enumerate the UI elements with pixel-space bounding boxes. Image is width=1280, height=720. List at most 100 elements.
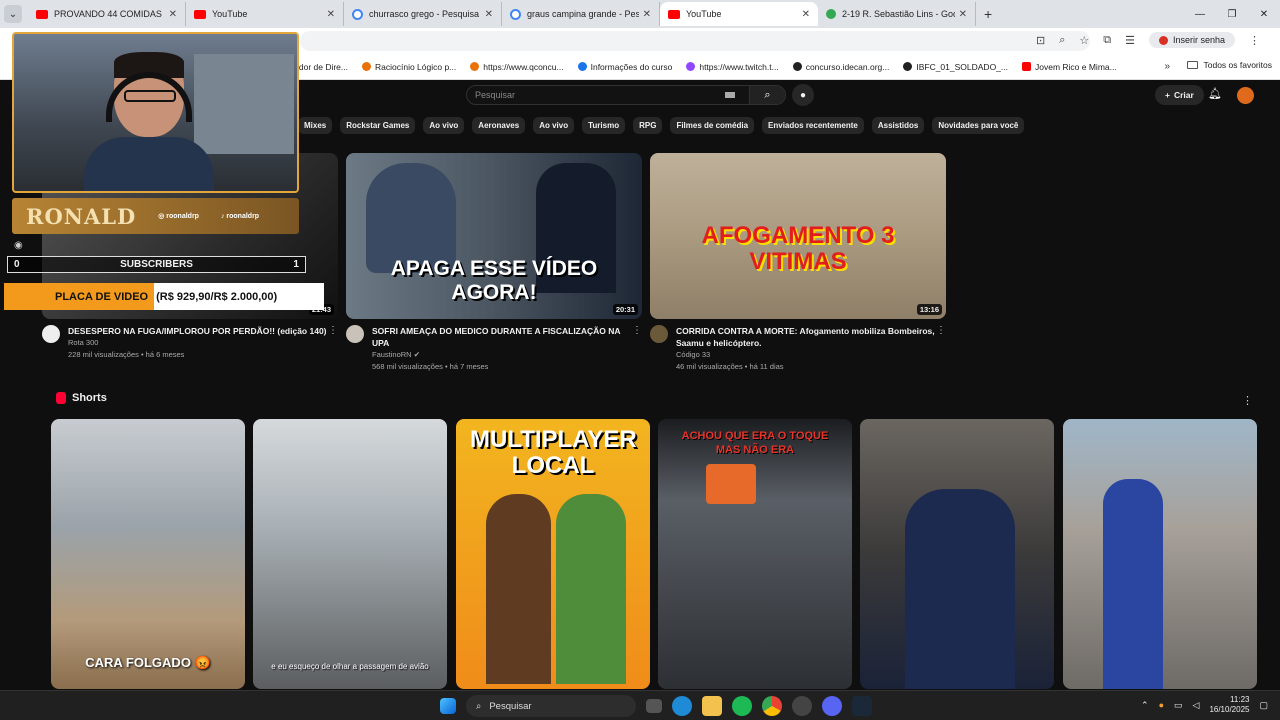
short-card[interactable]: CARA FOLGADO 😡 bbox=[51, 419, 245, 689]
steam-icon[interactable] bbox=[852, 696, 872, 716]
chip-assistidos[interactable]: Assistidos bbox=[871, 117, 925, 134]
channel-avatar[interactable] bbox=[42, 325, 60, 343]
chip-aeronaves[interactable]: Aeronaves bbox=[472, 117, 526, 134]
bookmark-item[interactable]: Raciocínio Lógico p... bbox=[362, 62, 456, 72]
delivery-box bbox=[706, 464, 756, 504]
browser-tab-1[interactable]: PROVANDO 44 COMIDAS DE R✕ bbox=[28, 2, 186, 26]
microphone-icon[interactable]: ● bbox=[1159, 700, 1164, 710]
close-icon[interactable]: ✕ bbox=[643, 9, 651, 20]
new-tab-button[interactable]: + bbox=[984, 6, 992, 22]
chevron-up-icon[interactable]: ⌃ bbox=[1141, 700, 1149, 711]
tab-search-button[interactable]: ⌄ bbox=[4, 5, 22, 23]
discord-icon[interactable] bbox=[822, 696, 842, 716]
task-view-icon[interactable] bbox=[646, 699, 662, 713]
close-window-icon[interactable]: ✕ bbox=[1248, 9, 1280, 20]
close-icon[interactable]: ✕ bbox=[485, 9, 493, 20]
short-caption: CARA FOLGADO 😡 bbox=[85, 655, 211, 670]
bookmark-item[interactable]: https://www.twitch.t... bbox=[686, 62, 779, 72]
search-button[interactable]: ⌕ bbox=[749, 86, 785, 104]
short-card[interactable]: e eu esqueço de olhar a passagem de aviã… bbox=[253, 419, 447, 689]
browser-tab-2[interactable]: YouTube ✕ bbox=[186, 2, 344, 26]
user-circle-icon[interactable]: ◉ bbox=[14, 240, 23, 251]
browser-tab-3[interactable]: churrasco grego - Pesquisa Goo✕ bbox=[344, 2, 502, 26]
close-icon[interactable]: ✕ bbox=[327, 9, 335, 20]
chip-rockstar-games[interactable]: Rockstar Games bbox=[340, 117, 416, 134]
search-input[interactable]: Pesquisar bbox=[467, 90, 725, 100]
channel-avatar[interactable] bbox=[650, 325, 668, 343]
start-icon[interactable] bbox=[440, 698, 456, 714]
bookmark-item[interactable]: Informações do curso bbox=[577, 62, 672, 72]
short-card[interactable]: MULTIPLAYER LOCAL bbox=[456, 419, 650, 689]
avatar[interactable] bbox=[1237, 87, 1254, 104]
channel-name[interactable]: Rota 300 bbox=[68, 337, 328, 349]
chip-rpg[interactable]: RPG bbox=[633, 117, 663, 134]
chip-ao-vivo[interactable]: Ao vivo bbox=[423, 117, 465, 134]
install-app-icon[interactable]: ⊡ bbox=[1036, 34, 1045, 47]
keyboard-icon[interactable] bbox=[725, 92, 735, 98]
video-meta: 228 mil visualizações • há 6 meses bbox=[68, 350, 185, 359]
chip-ao-vivo-2[interactable]: Ao vivo bbox=[533, 117, 575, 134]
zoom-icon[interactable]: ⌕ bbox=[1059, 34, 1065, 47]
video-title[interactable]: DESESPERO NA FUGA/IMPLOROU POR PERDÃO!! … bbox=[68, 325, 328, 337]
short-card[interactable]: ACHOU QUE ERA O TOQUE MAS NÃO ERA bbox=[658, 419, 852, 689]
edge-icon[interactable] bbox=[672, 696, 692, 716]
address-bar[interactable] bbox=[300, 31, 1090, 51]
more-options-icon[interactable]: ⋮ bbox=[328, 325, 338, 361]
chip-novidades[interactable]: Novidades para você bbox=[932, 117, 1025, 134]
bookmark-item[interactable]: https://www.qconcu... bbox=[470, 62, 564, 72]
password-button[interactable]: Inserir senha bbox=[1148, 32, 1235, 48]
video-thumbnail[interactable]: APAGA ESSE VÍDEO AGORA! 20:31 bbox=[346, 153, 642, 319]
channel-name[interactable]: FaustinoRN ✔ bbox=[372, 349, 632, 361]
more-options-icon[interactable]: ⋮ bbox=[632, 325, 642, 373]
chip-filmes-de-comedia[interactable]: Filmes de comédia bbox=[670, 117, 755, 134]
all-favorites-folder[interactable]: Todos os favoritos bbox=[1187, 60, 1272, 70]
microphone-icon[interactable]: ● bbox=[792, 84, 814, 106]
network-icon[interactable]: ▭ bbox=[1174, 700, 1183, 711]
more-options-icon[interactable]: ⋮ bbox=[1242, 394, 1253, 407]
browser-tab-6[interactable]: 2-19 R. Sebastião Lins - Google✕ bbox=[818, 2, 976, 26]
close-icon[interactable]: ✕ bbox=[802, 9, 810, 20]
spotify-icon[interactable] bbox=[732, 696, 752, 716]
short-card[interactable] bbox=[1063, 419, 1257, 689]
browser-tab-4[interactable]: graus campina grande - Pesqu ✕ bbox=[502, 2, 660, 26]
short-card[interactable] bbox=[860, 419, 1054, 689]
search-box[interactable]: Pesquisar ⌕ bbox=[466, 85, 786, 105]
maximize-icon[interactable]: ❐ bbox=[1216, 9, 1248, 20]
close-icon[interactable]: ✕ bbox=[169, 9, 177, 20]
video-card[interactable]: APAGA ESSE VÍDEO AGORA! 20:31 SOFRI AMEA… bbox=[346, 153, 642, 373]
video-title[interactable]: CORRIDA CONTRA A MORTE: Afogamento mobil… bbox=[676, 325, 936, 349]
channel-avatar[interactable] bbox=[346, 325, 364, 343]
minimize-icon[interactable]: — bbox=[1184, 9, 1216, 20]
bookmark-icon bbox=[792, 62, 802, 71]
obs-icon[interactable] bbox=[792, 696, 812, 716]
profile-dot-icon bbox=[1158, 35, 1168, 45]
chip-mixes[interactable]: Mixes bbox=[298, 117, 333, 134]
clock[interactable]: 11:23 16/10/2025 bbox=[1209, 695, 1249, 715]
close-icon[interactable]: ✕ bbox=[959, 9, 967, 20]
bell-icon[interactable]: 🔔︎ bbox=[1208, 87, 1222, 100]
folder-icon bbox=[1187, 61, 1199, 69]
chip-enviados-recentemente[interactable]: Enviados recentemente bbox=[762, 117, 864, 134]
reading-list-icon[interactable]: ☰ bbox=[1125, 34, 1135, 47]
bookmark-item[interactable]: IBFC_01_SOLDADO_... bbox=[903, 62, 1008, 72]
create-button[interactable]: + Criar bbox=[1155, 85, 1204, 105]
volume-icon[interactable]: ◁ bbox=[1193, 700, 1200, 711]
menu-kebab-icon[interactable]: ⋮ bbox=[1249, 34, 1260, 47]
taskbar-search[interactable]: ⌕ Pesquisar bbox=[466, 695, 636, 717]
star-icon[interactable]: ☆ bbox=[1079, 34, 1089, 47]
notification-icon[interactable]: ▢ bbox=[1259, 700, 1268, 711]
chrome-icon[interactable] bbox=[762, 696, 782, 716]
bookmark-item[interactable]: concurso.idecan.org... bbox=[792, 62, 889, 72]
channel-name[interactable]: Código 33 bbox=[676, 349, 936, 361]
more-options-icon[interactable]: ⋮ bbox=[936, 325, 946, 373]
bookmarks-overflow-icon[interactable]: » bbox=[1164, 61, 1170, 72]
extensions-icon[interactable]: ⧉ bbox=[1103, 34, 1111, 47]
twitch-icon bbox=[686, 62, 696, 71]
browser-tab-5-active[interactable]: YouTube ✕ bbox=[660, 2, 818, 26]
bookmark-item[interactable]: Jovem Rico e Mima... bbox=[1022, 62, 1117, 72]
video-card[interactable]: AFOGAMENTO 3 VITIMAS 13:16 CORRIDA CONTR… bbox=[650, 153, 946, 373]
chip-turismo[interactable]: Turismo bbox=[582, 117, 626, 134]
video-thumbnail[interactable]: AFOGAMENTO 3 VITIMAS 13:16 bbox=[650, 153, 946, 319]
file-explorer-icon[interactable] bbox=[702, 696, 722, 716]
video-title[interactable]: SOFRI AMEAÇA DO MEDICO DURANTE A FISCALI… bbox=[372, 325, 632, 349]
